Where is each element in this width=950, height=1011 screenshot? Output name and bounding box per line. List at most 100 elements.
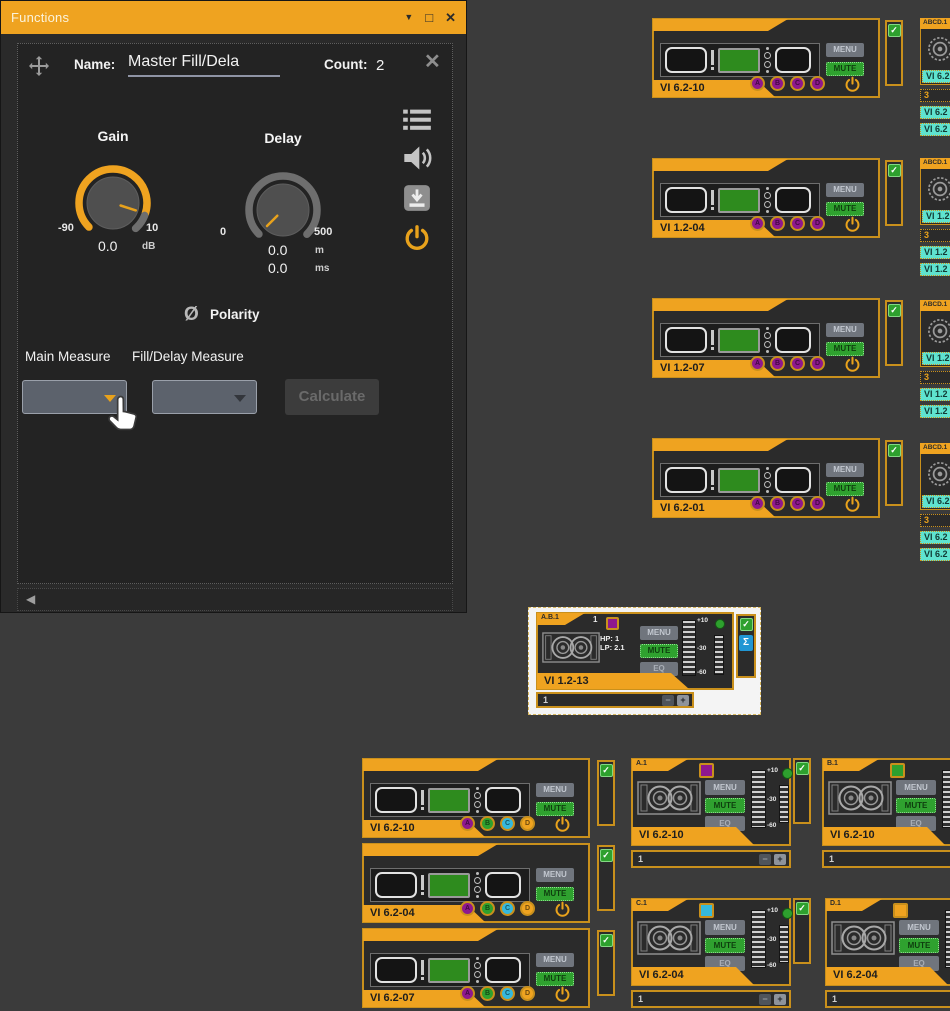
channel-d-indicator[interactable]: D — [810, 496, 825, 511]
group-bar[interactable]: 1 — [825, 990, 950, 1008]
mute-button[interactable]: MUTE — [536, 972, 574, 986]
device-name-plate[interactable]: VI 6.2-10 — [632, 827, 754, 845]
window-menu-icon[interactable]: ▼ — [404, 13, 413, 22]
edge-speaker-group[interactable]: ABCD.1 VI 6.2 3 VI 6.2 VI 6.2 — [920, 443, 950, 561]
power-icon[interactable] — [844, 216, 861, 233]
channel-b-indicator[interactable]: B — [770, 496, 785, 511]
select-strip[interactable]: ✓ — [885, 20, 903, 86]
mute-button[interactable]: MUTE — [705, 938, 745, 953]
channel-b-indicator[interactable]: B — [770, 216, 785, 231]
mute-button[interactable]: MUTE — [899, 938, 939, 953]
group-bar[interactable]: 1 − + — [631, 850, 791, 868]
select-strip[interactable]: ✓ — [793, 758, 811, 824]
collapse-arrow-icon[interactable]: ◀ — [26, 592, 35, 606]
device-name-bar[interactable]: VI 1.2 — [922, 210, 950, 223]
channel-a-indicator[interactable]: A — [460, 986, 475, 1001]
speaker-icon-panel[interactable]: VI 6.2 — [920, 454, 950, 510]
channel-d-indicator[interactable]: D — [810, 76, 825, 91]
speaker-icon-panel[interactable]: VI 6.2 — [920, 29, 950, 85]
channel-b-indicator[interactable]: B — [770, 76, 785, 91]
menu-button[interactable]: MENU — [705, 920, 745, 935]
channel-color-indicator[interactable] — [699, 903, 714, 918]
polarity-label[interactable]: Polarity — [210, 307, 260, 322]
device-name-plate[interactable]: VI 6.2-04 — [826, 967, 948, 985]
mute-button[interactable]: MUTE — [826, 342, 864, 356]
functions-footer-bar[interactable]: ◀ — [17, 588, 453, 611]
channel-c-indicator[interactable]: C — [790, 496, 805, 511]
selected-checkbox[interactable]: ✓ — [740, 618, 753, 631]
polarity-icon[interactable]: Ø — [184, 304, 199, 326]
device-name-bar[interactable]: VI 6.2 — [922, 495, 950, 508]
channel-d-indicator[interactable]: D — [520, 901, 535, 916]
chevron-down-icon[interactable] — [234, 395, 246, 402]
channel-d-indicator[interactable]: D — [810, 356, 825, 371]
group-value-bar[interactable]: 3 — [920, 89, 950, 102]
select-strip[interactable]: ✓ — [885, 300, 903, 366]
mute-button[interactable]: MUTE — [536, 802, 574, 816]
power-icon[interactable] — [554, 986, 571, 1003]
menu-button[interactable]: MENU — [899, 920, 939, 935]
decrement-button[interactable]: − — [759, 994, 771, 1005]
device-name-plate[interactable]: VI 1.2-13 — [537, 673, 689, 689]
channel-c-indicator[interactable]: C — [790, 356, 805, 371]
speaker-volume-icon[interactable] — [402, 144, 432, 172]
menu-button[interactable]: MENU — [826, 323, 864, 337]
select-strip[interactable]: ✓ — [597, 930, 615, 996]
device-name-bar[interactable]: VI 1.2 — [920, 405, 950, 418]
channel-d-indicator[interactable]: D — [520, 816, 535, 831]
speaker-panel-d1[interactable]: D.1 MENU MUTE EQ VI 6.2-04 — [825, 898, 950, 986]
menu-button[interactable]: MENU — [536, 783, 574, 797]
channel-a-indicator[interactable]: A — [460, 901, 475, 916]
group-tab[interactable]: ABCD.1 — [920, 443, 950, 454]
device-name-bar[interactable]: VI 1.2 — [920, 263, 950, 276]
gain-knob[interactable] — [68, 158, 158, 248]
selected-checkbox[interactable]: ✓ — [888, 164, 901, 177]
channel-c-indicator[interactable]: C — [790, 76, 805, 91]
speaker-panel-b1[interactable]: B.1 MENU MUTE EQ VI 6.2-10 — [822, 758, 950, 846]
select-strip[interactable]: ✓ — [597, 845, 615, 911]
function-name-input[interactable]: Master Fill/Dela — [128, 53, 280, 77]
mute-button[interactable]: MUTE — [536, 887, 574, 901]
speaker-panel-ab1[interactable]: A.B.1 1 HP: 1 LP: 2.1 MENU MUTE EQ +10 -… — [536, 612, 734, 690]
mute-button[interactable]: MUTE — [826, 202, 864, 216]
group-tab[interactable]: ABCD.1 — [920, 18, 950, 29]
group-bar[interactable]: 1 − + — [536, 692, 694, 708]
amp-row-vi62-07-b[interactable]: MENU MUTE VI 6.2-07 A B C D — [362, 928, 590, 1008]
device-name-bar[interactable]: VI 1.2 — [920, 246, 950, 259]
amp-row-vi62-10[interactable]: MENU MUTE VI 6.2-10 A B C D — [652, 18, 880, 98]
increment-button[interactable]: + — [774, 854, 786, 865]
selected-checkbox[interactable]: ✓ — [888, 444, 901, 457]
channel-a-indicator[interactable]: A — [750, 76, 765, 91]
functions-titlebar[interactable]: Functions ▼ □ ✕ — [1, 1, 466, 34]
channel-color-indicator[interactable] — [893, 903, 908, 918]
power-icon[interactable] — [554, 816, 571, 833]
menu-button[interactable]: MENU — [536, 868, 574, 882]
channel-b-indicator[interactable]: B — [480, 986, 495, 1001]
power-icon[interactable] — [554, 901, 571, 918]
channel-c-indicator[interactable]: C — [790, 216, 805, 231]
menu-button[interactable]: MENU — [826, 43, 864, 57]
select-sum-strip[interactable]: ✓ Σ — [736, 614, 756, 678]
increment-button[interactable]: + — [774, 994, 786, 1005]
select-strip[interactable]: ✓ — [885, 160, 903, 226]
device-name-bar[interactable]: VI 1.2 — [922, 352, 950, 365]
channel-a-indicator[interactable]: A — [750, 356, 765, 371]
select-strip[interactable]: ✓ — [597, 760, 615, 826]
device-name-plate[interactable]: VI 6.2-10 — [823, 827, 945, 845]
channel-b-indicator[interactable]: B — [480, 901, 495, 916]
device-name-bar[interactable]: VI 6.2 — [920, 548, 950, 561]
mute-button[interactable]: MUTE — [826, 482, 864, 496]
mute-button[interactable]: MUTE — [896, 798, 936, 813]
group-tab[interactable]: ABCD.1 — [920, 300, 950, 311]
decrement-button[interactable]: − — [759, 854, 771, 865]
group-bar[interactable]: 1 − + — [631, 990, 791, 1008]
amp-row-vi12-04[interactable]: MENU MUTE VI 1.2-04 A B C D — [652, 158, 880, 238]
channel-color-indicator[interactable] — [890, 763, 905, 778]
menu-button[interactable]: MENU — [826, 463, 864, 477]
menu-button[interactable]: MENU — [896, 780, 936, 795]
selected-checkbox[interactable]: ✓ — [796, 902, 809, 915]
close-icon[interactable]: ✕ — [445, 11, 456, 24]
channel-c-indicator[interactable]: C — [500, 986, 515, 1001]
amp-row-vi62-04-b[interactable]: MENU MUTE VI 6.2-04 A B C D — [362, 843, 590, 923]
menu-button[interactable]: MENU — [640, 626, 678, 640]
